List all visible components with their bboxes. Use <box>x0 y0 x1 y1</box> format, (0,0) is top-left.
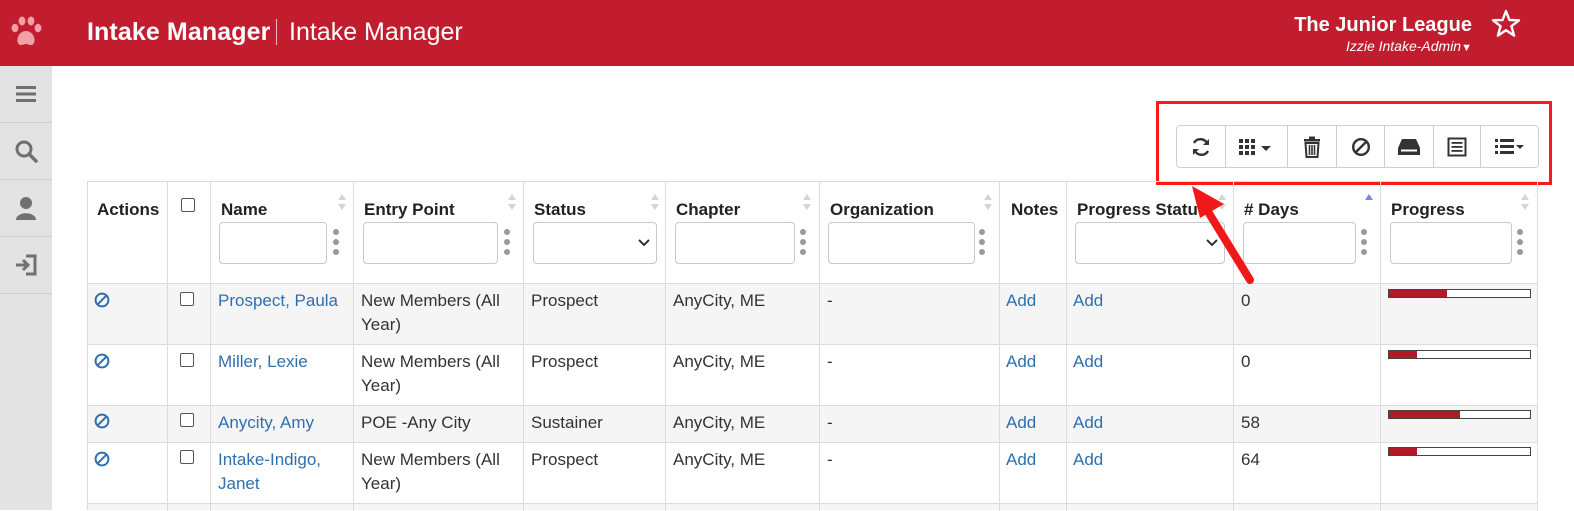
page-title: Intake Manager <box>289 18 463 46</box>
row-organization: - <box>827 291 833 310</box>
progress-filter-input[interactable] <box>1390 222 1512 264</box>
title-divider <box>276 19 277 45</box>
table-row <box>88 503 1537 510</box>
select-all-checkbox[interactable] <box>181 198 195 212</box>
add-progress-status-link[interactable]: Add <box>1073 448 1103 472</box>
sidebar <box>0 66 52 510</box>
add-note-link[interactable]: Add <box>1006 448 1036 472</box>
paw-icon[interactable] <box>8 12 44 52</box>
row-name-link[interactable]: Intake-Indigo, Janet <box>218 448 338 496</box>
org-name: The Junior League <box>1294 14 1472 36</box>
sort-icon[interactable] <box>802 192 812 212</box>
row-days: 0 <box>1241 291 1251 310</box>
chapter-filter-input[interactable] <box>675 222 795 264</box>
row-organization: - <box>827 413 833 432</box>
search-icon <box>15 140 38 163</box>
sidebar-item-profile[interactable] <box>0 180 52 237</box>
row-name-link[interactable]: Miller, Lexie <box>218 350 308 374</box>
block-icon[interactable] <box>94 292 110 308</box>
progress-filter-menu-icon[interactable] <box>1517 229 1523 255</box>
header-organization[interactable]: Organization <box>830 200 934 220</box>
sort-icon[interactable] <box>650 192 660 212</box>
organization-filter-input[interactable] <box>828 222 975 264</box>
sidebar-item-search[interactable] <box>0 123 52 180</box>
entry-point-filter-input[interactable] <box>363 222 498 264</box>
logout-icon <box>16 254 37 276</box>
add-note-link[interactable]: Add <box>1006 289 1036 313</box>
app-title: Intake Manager <box>87 18 271 46</box>
row-entry-point: New Members (All Year) <box>361 352 500 395</box>
name-filter-menu-icon[interactable] <box>333 229 339 255</box>
annotation-arrow <box>1192 186 1254 284</box>
row-chapter: AnyCity, ME <box>673 450 766 469</box>
row-status: Prospect <box>531 291 599 310</box>
caret-down-icon: ▼ <box>1461 42 1472 54</box>
toolbar-highlight-box <box>1156 101 1552 185</box>
add-progress-status-link[interactable]: Add <box>1073 411 1103 435</box>
header-actions: Actions <box>97 200 160 219</box>
sidebar-item-logout[interactable] <box>0 237 52 294</box>
entry-point-filter-menu-icon[interactable] <box>504 229 510 255</box>
progress-bar <box>1388 410 1531 419</box>
organization-filter-menu-icon[interactable] <box>979 229 985 255</box>
user-name: Izzie Intake-Admin <box>1345 38 1462 54</box>
row-organization: - <box>827 352 833 371</box>
star-icon[interactable] <box>1491 9 1521 39</box>
progress-fill <box>1389 351 1418 358</box>
row-checkbox[interactable] <box>180 450 194 464</box>
add-note-link[interactable]: Add <box>1006 411 1036 435</box>
row-name-link[interactable]: Prospect, Paula <box>218 289 338 313</box>
block-icon[interactable] <box>94 353 110 369</box>
sort-icon[interactable] <box>337 192 347 212</box>
row-days: 0 <box>1241 352 1251 371</box>
chevron-down-icon <box>638 239 650 247</box>
user-menu[interactable]: Izzie Intake-Admin▼ <box>1346 38 1472 54</box>
user-icon <box>16 197 36 220</box>
block-icon[interactable] <box>94 413 110 429</box>
sidebar-item-menu[interactable] <box>0 66 52 123</box>
row-checkbox[interactable] <box>180 413 194 427</box>
progress-bar <box>1388 447 1531 456</box>
header-entry-point[interactable]: Entry Point <box>364 200 455 220</box>
progress-fill <box>1389 290 1447 297</box>
row-chapter: AnyCity, ME <box>673 352 766 371</box>
status-filter-select[interactable] <box>533 222 657 264</box>
row-chapter: AnyCity, ME <box>673 413 766 432</box>
row-status: Prospect <box>531 352 599 371</box>
header-progress[interactable]: Progress <box>1391 200 1465 220</box>
row-entry-point: New Members (All Year) <box>361 450 500 493</box>
chapter-filter-menu-icon[interactable] <box>800 229 806 255</box>
row-status: Sustainer <box>531 413 603 432</box>
sort-ascending-icon[interactable] <box>1364 192 1374 212</box>
progress-bar <box>1388 350 1531 359</box>
header-chapter[interactable]: Chapter <box>676 200 740 220</box>
progress-bar <box>1388 289 1531 298</box>
row-checkbox[interactable] <box>180 292 194 306</box>
header-notes: Notes <box>1011 200 1059 219</box>
sort-icon[interactable] <box>983 192 993 212</box>
header-name[interactable]: Name <box>221 200 267 220</box>
header-status[interactable]: Status <box>534 200 586 220</box>
row-checkbox[interactable] <box>180 353 194 367</box>
sort-icon[interactable] <box>507 192 517 212</box>
progress-fill <box>1389 448 1418 455</box>
row-entry-point: New Members (All Year) <box>361 291 500 334</box>
top-header: Intake Manager Intake Manager The Junior… <box>0 0 1574 66</box>
add-progress-status-link[interactable]: Add <box>1073 350 1103 374</box>
row-chapter: AnyCity, ME <box>673 291 766 310</box>
row-name-link[interactable]: Anycity, Amy <box>218 411 314 435</box>
progress-fill <box>1389 411 1460 418</box>
sort-icon[interactable] <box>1520 192 1530 212</box>
name-filter-input[interactable] <box>219 222 327 264</box>
row-organization: - <box>827 450 833 469</box>
menu-icon <box>16 86 36 102</box>
add-note-link[interactable]: Add <box>1006 350 1036 374</box>
row-days: 58 <box>1241 413 1260 432</box>
block-icon[interactable] <box>94 451 110 467</box>
row-entry-point: POE -Any City <box>361 413 471 432</box>
row-status: Prospect <box>531 450 599 469</box>
days-filter-menu-icon[interactable] <box>1361 229 1367 255</box>
add-progress-status-link[interactable]: Add <box>1073 289 1103 313</box>
row-days: 64 <box>1241 450 1260 469</box>
